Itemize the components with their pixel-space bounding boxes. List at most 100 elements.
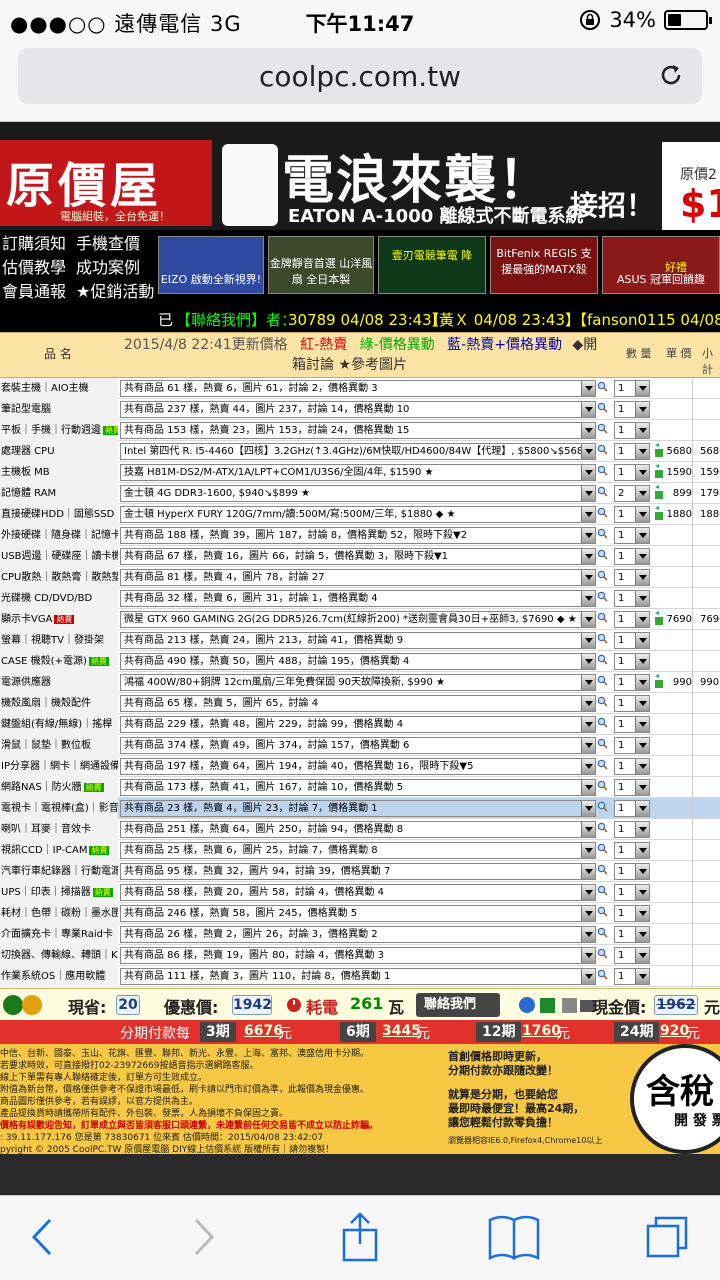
product-select[interactable]: 金士頓 4G DDR3-1600, $940↘$899 ★	[120, 485, 596, 502]
address-bar[interactable]: coolpc.com.tw	[18, 48, 702, 104]
quantity-select[interactable]: 1	[614, 779, 650, 796]
promo-banner[interactable]: 原價屋 電腦組裝，全台免運！ 電浪來襲！ EATON A-1000 離線式不斷電…	[0, 122, 720, 230]
search-icon[interactable]	[597, 906, 608, 917]
search-icon[interactable]	[597, 843, 608, 854]
search-icon[interactable]	[597, 633, 608, 644]
quantity-select[interactable]: 1	[614, 800, 650, 817]
category-label[interactable]: 筆記型電腦	[0, 399, 118, 420]
product-select[interactable]: 共有商品 95 樣，熱賣 32，圖片 94，討論 39，價格異動 7	[120, 863, 596, 880]
product-select[interactable]: 共有商品 67 樣，熱賣 16，圖片 66，討論 5，價格異動 3，限時下殺▼1	[120, 548, 596, 565]
category-label[interactable]: 螢幕｜視聽TV｜發掛架	[0, 630, 118, 651]
product-select[interactable]: 共有商品 490 樣，熱賣 50，圖片 488，討論 195，價格異動 4	[120, 653, 596, 670]
search-icon[interactable]	[597, 465, 608, 476]
search-icon[interactable]	[597, 885, 608, 896]
category-label[interactable]: 顯示卡VGA 熱賣	[0, 609, 118, 630]
search-icon[interactable]	[597, 675, 608, 686]
quantity-select[interactable]: 1	[614, 968, 650, 985]
product-select[interactable]: 共有商品 65 樣，熱賣 5，圖片 65，討論 4	[120, 695, 596, 712]
ad-laptop[interactable]: 壹刃電競筆電 降	[378, 236, 486, 294]
tabs-icon[interactable]	[640, 1212, 700, 1262]
search-icon[interactable]	[597, 423, 608, 434]
quantity-select[interactable]: 1	[614, 821, 650, 838]
product-select[interactable]: 共有商品 197 樣，熱賣 64，圖片 194，討論 40，價格異動 16，限時…	[120, 758, 596, 775]
category-label[interactable]: 套裝主機｜AIO主機	[0, 378, 118, 399]
nav-order-info[interactable]: 訂購須知	[2, 232, 66, 256]
category-label[interactable]: 外接硬碟｜隨身碟｜記憶卡	[0, 525, 118, 546]
product-select[interactable]: 共有商品 213 樣，熱賣 24，圖片 213，討論 41，價格異動 9	[120, 632, 596, 649]
category-label[interactable]: 電視卡｜電視棒(盒)｜影音	[0, 798, 118, 819]
search-icon[interactable]	[597, 444, 608, 455]
back-icon[interactable]	[14, 1212, 74, 1262]
search-icon[interactable]	[597, 801, 608, 812]
category-label[interactable]: 電源供應器	[0, 672, 118, 693]
product-select[interactable]: 共有商品 153 樣，熱賣 23，圖片 153，討論 24，價格異動 15	[120, 422, 596, 439]
search-icon[interactable]	[597, 507, 608, 518]
product-select[interactable]: 共有商品 86 樣，熱賣 19，圖片 80，討論 4，價格異動 3	[120, 947, 596, 964]
quantity-select[interactable]: 1	[614, 716, 650, 733]
quantity-select[interactable]: 1	[614, 653, 650, 670]
search-icon[interactable]	[597, 927, 608, 938]
quantity-select[interactable]: 1	[614, 548, 650, 565]
ad-fan[interactable]: 金牌靜音首選 山洋風扇 全日本製	[268, 236, 374, 294]
search-icon[interactable]	[597, 822, 608, 833]
category-label[interactable]: UPS｜印表｜掃描器 熱賣	[0, 882, 118, 903]
category-label[interactable]: 平板｜手機｜行動週邊 熱賣	[0, 420, 118, 441]
category-label[interactable]: 切換器、傳輸線、轉頭｜KVM	[0, 945, 118, 966]
product-select[interactable]: 共有商品 26 樣，熱賣 2，圖片 26，討論 3，價格異動 2	[120, 926, 596, 943]
contact-button[interactable]: 聯絡我們	[416, 993, 500, 1017]
nav-quote-tutorial[interactable]: 估價教學	[2, 256, 66, 280]
category-label[interactable]: 視訊CCD｜IP-CAM 熱賣	[0, 840, 118, 861]
product-select[interactable]: 共有商品 251 樣，熱賣 64，圖片 250，討論 94，價格異動 8	[120, 821, 596, 838]
search-icon[interactable]	[597, 381, 608, 392]
search-icon[interactable]	[597, 402, 608, 413]
product-select[interactable]: 共有商品 81 樣，熱賣 4，圖片 78，討論 27	[120, 569, 596, 586]
ad-asus[interactable]: ASUS 冠軍回饋趣 好禮	[602, 236, 720, 294]
bookmarks-icon[interactable]	[484, 1212, 544, 1262]
quantity-select[interactable]: 1	[614, 590, 650, 607]
ad-bitfenix[interactable]: BitFenix REGIS 支援最強的MATX殼	[490, 236, 598, 294]
quantity-select[interactable]: 1	[614, 380, 650, 397]
quantity-select[interactable]: 1	[614, 737, 650, 754]
quantity-select[interactable]: 1	[614, 422, 650, 439]
category-label[interactable]: 汽車行車紀錄器｜行動電源	[0, 861, 118, 882]
category-label[interactable]: 網路NAS｜防火牆 熱賣	[0, 777, 118, 798]
search-icon[interactable]	[597, 549, 608, 560]
search-icon[interactable]	[597, 717, 608, 728]
product-select[interactable]: 微星 GTX 960 GAMING 2G(2G DDR5)26.7cm(紅線折2…	[120, 611, 596, 628]
product-select[interactable]: 共有商品 188 樣，熱賣 39，圖片 187，討論 8，價格異動 52，限時下…	[120, 527, 596, 544]
category-label[interactable]: 記憶體 RAM	[0, 483, 118, 504]
nav-phone-price[interactable]: 手機查價	[76, 232, 140, 256]
quantity-select[interactable]: 1	[614, 758, 650, 775]
ticker-contact[interactable]: 【聯絡我們】者：	[176, 309, 296, 330]
nav-member-news[interactable]: 會員通報	[2, 280, 66, 304]
reload-icon[interactable]	[656, 60, 686, 90]
quantity-select[interactable]: 2	[614, 485, 650, 502]
product-select[interactable]: 共有商品 23 樣，熱賣 4，圖片 23，討論 7，價格異動 1	[120, 800, 596, 817]
search-icon[interactable]	[597, 654, 608, 665]
category-label[interactable]: 滑鼠｜鼠墊｜數位板	[0, 735, 118, 756]
search-icon[interactable]	[597, 759, 608, 770]
quantity-select[interactable]: 1	[614, 464, 650, 481]
product-select[interactable]: 共有商品 173 樣，熱賣 41，圖片 167，討論 10，價格異動 5	[120, 779, 596, 796]
quantity-select[interactable]: 1	[614, 695, 650, 712]
product-select[interactable]: 鴻福 400W/80+銅牌 12cm風扇/三年免費保固 90天故障換新, $99…	[120, 674, 596, 691]
site-logo[interactable]: 原價屋 電腦組裝，全台免運！	[0, 140, 212, 226]
search-icon[interactable]	[597, 864, 608, 875]
search-icon[interactable]	[597, 570, 608, 581]
category-label[interactable]: 耗材｜色帶｜碳粉｜墨水匣	[0, 903, 118, 924]
search-icon[interactable]	[597, 591, 608, 602]
quantity-select[interactable]: 1	[614, 569, 650, 586]
quantity-select[interactable]: 1	[614, 506, 650, 523]
quantity-select[interactable]: 1	[614, 443, 650, 460]
forward-icon[interactable]	[174, 1212, 234, 1262]
quantity-select[interactable]: 1	[614, 527, 650, 544]
product-select[interactable]: 共有商品 25 樣，熱賣 6，圖片 25，討論 7，價格異動 8	[120, 842, 596, 859]
product-select[interactable]: 共有商品 111 樣，熱賣 3，圖片 110，討論 8，價格異動 1	[120, 968, 596, 985]
product-select[interactable]: 金士頓 HyperX FURY 120G/7mm/讀:500M/寫:500M/三…	[120, 506, 596, 523]
quantity-select[interactable]: 1	[614, 842, 650, 859]
quantity-select[interactable]: 1	[614, 947, 650, 964]
category-label[interactable]: 鍵盤組(有線/無線)｜搖桿	[0, 714, 118, 735]
quantity-select[interactable]: 1	[614, 401, 650, 418]
category-label[interactable]: CPU散熱｜散熱膏｜散熱墊	[0, 567, 118, 588]
quantity-select[interactable]: 1	[614, 905, 650, 922]
